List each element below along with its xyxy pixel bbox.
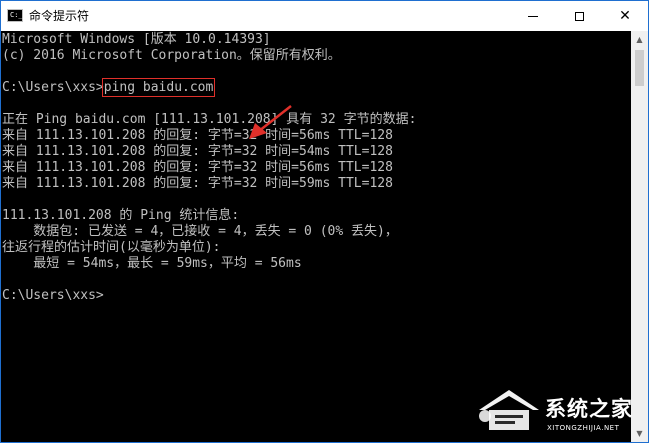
red-arrow-annotation-icon [249,105,292,139]
window-title: 命令提示符 [29,9,90,23]
scroll-thumb[interactable] [635,50,644,86]
console-line: 来自 111.13.101.208 的回复: 字节=32 时间=54ms TTL… [2,144,393,159]
minimize-icon [528,15,538,17]
highlighted-command: ping baidu.com [101,78,216,97]
cmd-window: C:_ 命令提示符 ✕ Microsoft Windows [版本 10.0.1… [0,0,649,443]
minimize-button[interactable] [510,1,556,31]
cmd-app-icon[interactable]: C:_ [7,9,23,22]
close-button[interactable]: ✕ [602,1,648,31]
scroll-up-button[interactable]: ▲ [631,31,648,48]
close-icon: ✕ [619,8,631,24]
maximize-button[interactable] [556,1,602,31]
console-line: 来自 111.13.101.208 的回复: 字节=32 时间=59ms TTL… [2,176,393,191]
console-line: 往返行程的估计时间(以毫秒为单位): [2,240,221,255]
console-prompt-line: C:\Users\xxs>ping baidu.com [2,78,216,97]
console-line: 111.13.101.208 的 Ping 统计信息: [2,208,240,223]
console-prompt: C:\Users\xxs> [2,80,104,95]
site-watermark: 系统之家 XITONGZHIJIA.NET [467,384,647,442]
title-bar[interactable]: C:_ 命令提示符 ✕ [1,1,648,31]
maximize-icon [574,11,584,21]
watermark-url: XITONGZHIJIA.NET [547,424,620,432]
console-line: 正在 Ping baidu.com [111.13.101.208] 具有 32… [2,112,417,127]
console-line: 最短 = 54ms，最长 = 59ms，平均 = 56ms [2,256,302,271]
console-output[interactable]: Microsoft Windows [版本 10.0.14393] (c) 20… [1,31,631,442]
watermark-name: 系统之家 [545,397,633,421]
console-line: Microsoft Windows [版本 10.0.14393] [2,32,271,47]
caret-up-icon: ▲ [636,35,643,44]
console-line: 数据包: 已发送 = 4，已接收 = 4，丢失 = 0 (0% 丢失)， [2,224,398,239]
console-line: C:\Users\xxs> [2,288,104,303]
console-line: 来自 111.13.101.208 的回复: 字节=32 时间=56ms TTL… [2,128,393,143]
console-line: (c) 2016 Microsoft Corporation。保留所有权利。 [2,48,341,63]
console-line: 来自 111.13.101.208 的回复: 字节=32 时间=56ms TTL… [2,160,393,175]
vertical-scrollbar[interactable]: ▲ ▼ [631,31,648,442]
house-logo-icon [479,390,539,430]
